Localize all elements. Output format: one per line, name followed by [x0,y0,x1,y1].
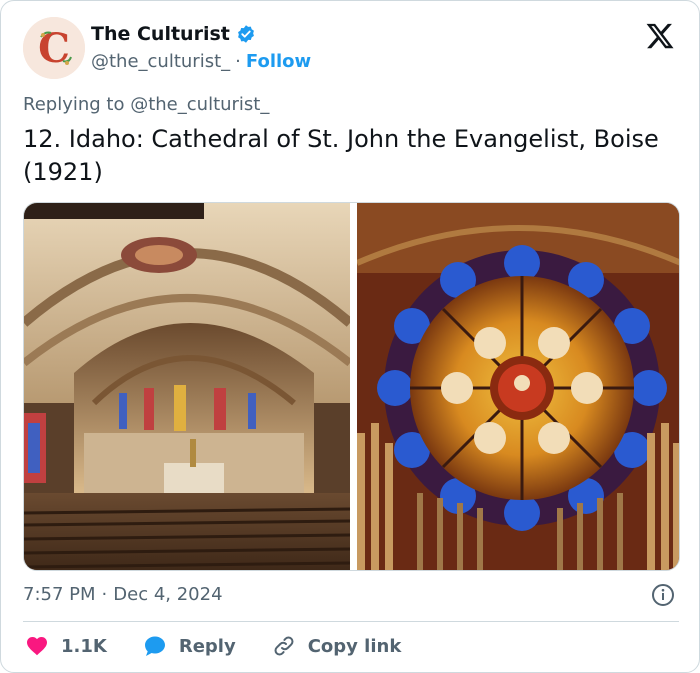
timestamp-separator: · [101,584,108,605]
tweet-card: C The Culturist @the_culturist_ · Follow… [0,0,700,673]
actions-divider [23,621,679,622]
reply-context: Replying to @the_culturist_ [23,94,269,115]
tweet-timestamp[interactable]: 7:57 PM · Dec 4, 2024 [23,584,223,605]
speech-bubble-icon [144,636,165,656]
reply-label: Reply [178,635,236,657]
cathedral-interior-image [24,203,350,570]
tweet-date: Dec 4, 2024 [113,584,223,605]
copy-link-label: Copy link [307,635,402,657]
author-handle[interactable]: @the_culturist_ [91,51,230,72]
culturist-logo-icon: C [23,17,85,79]
like-count: 1.1K [61,635,107,657]
tweet-text: 12. Idaho: Cathedral of St. John the Eva… [23,125,659,186]
reply-mention[interactable]: @the_culturist_ [130,94,269,115]
avatar[interactable]: C [23,17,85,79]
verified-badge-icon [237,25,254,43]
rose-window-image [357,203,679,570]
tweet-time: 7:57 PM [23,584,96,605]
reply-prefix: Replying to [23,94,125,115]
svg-text:C: C [38,25,70,72]
handle-row: @the_culturist_ · Follow [91,51,311,72]
cathedral-interior-photo[interactable] [24,203,350,570]
action-bar: 1.1K Reply Copy link [25,634,437,658]
tweet-header: C The Culturist @the_culturist_ · Follow [23,17,679,79]
info-icon[interactable] [651,583,675,607]
link-icon [274,636,294,656]
reply-button[interactable]: Reply [143,634,236,658]
rose-window-photo[interactable] [357,203,679,570]
display-name[interactable]: The Culturist [91,23,230,45]
copy-link-button[interactable]: Copy link [272,634,402,658]
like-button[interactable]: 1.1K [25,634,107,658]
name-row: The Culturist [91,23,256,45]
follow-button[interactable]: Follow [246,51,311,72]
heart-icon [27,637,47,656]
x-logo-icon[interactable] [645,21,675,51]
handle-separator: · [235,51,241,72]
media-grid [23,202,680,571]
